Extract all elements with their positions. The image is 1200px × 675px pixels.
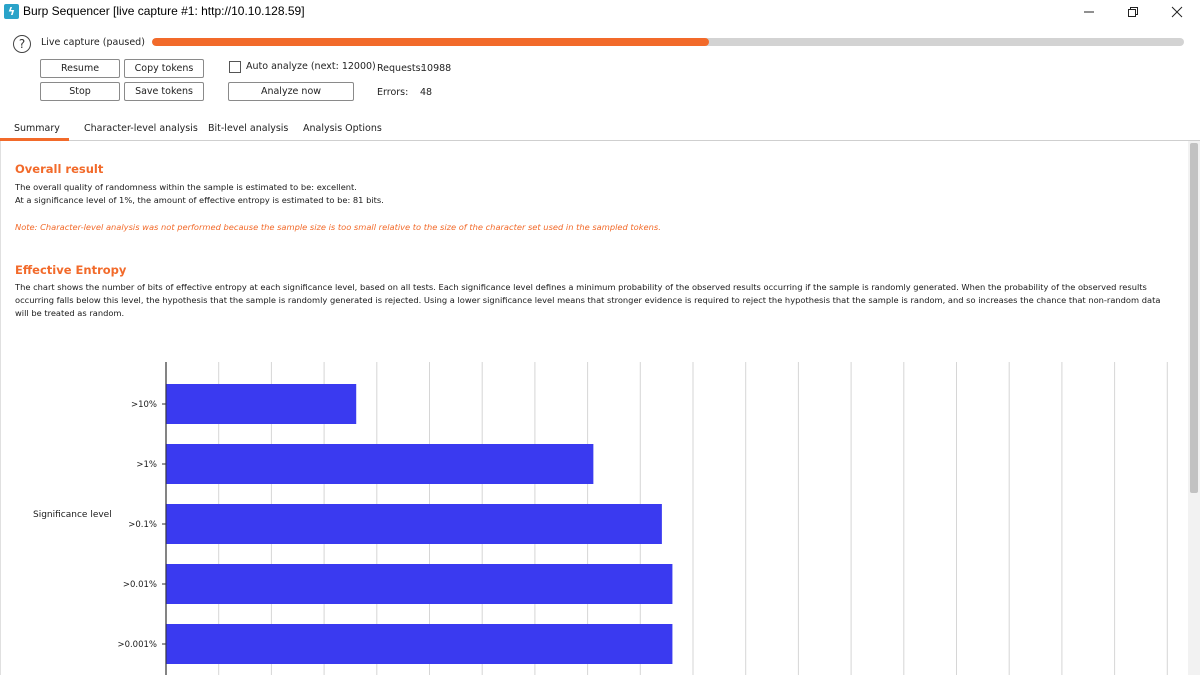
tab-summary[interactable]: Summary	[14, 123, 60, 134]
chart-bar	[166, 624, 673, 664]
title-bar: ϟ Burp Sequencer [live capture #1: http:…	[0, 0, 1200, 24]
tab-analysis-options[interactable]: Analysis Options	[303, 123, 382, 134]
stop-button[interactable]: Stop	[40, 82, 120, 101]
chart-category-label: >0.001%	[117, 640, 157, 650]
burp-app-icon: ϟ	[4, 4, 19, 19]
analysis-tabs: Summary Character-level analysis Bit-lev…	[0, 119, 1200, 141]
auto-analyze-checkbox[interactable]	[229, 61, 241, 73]
help-icon[interactable]: ?	[13, 35, 31, 53]
analyze-now-button[interactable]: Analyze now	[228, 82, 354, 101]
chart-category-label: >1%	[136, 460, 157, 470]
chart-category-label: >0.01%	[123, 580, 157, 590]
scrollbar-thumb[interactable]	[1190, 143, 1198, 493]
resume-button[interactable]: Resume	[40, 59, 120, 78]
capture-progress-fill	[152, 38, 710, 46]
requests-value: 10988	[421, 63, 452, 74]
requests-label: Requests:	[377, 63, 424, 74]
effective-entropy-description: The chart shows the number of bits of ef…	[15, 282, 1161, 318]
effective-entropy-heading: Effective Entropy	[15, 263, 127, 277]
copy-tokens-button[interactable]: Copy tokens	[124, 59, 204, 78]
capture-status: Live capture (paused)	[41, 37, 145, 48]
overall-result-heading: Overall result	[15, 162, 104, 176]
chart-bar	[166, 444, 594, 484]
restore-icon	[1128, 7, 1138, 17]
restore-button[interactable]	[1110, 0, 1156, 24]
auto-analyze-label: Auto analyze (next: 12000)	[246, 61, 376, 72]
chart-bar	[166, 564, 673, 604]
effective-entropy-chart: >10% >1% >0.1% >0.01% >0.001%	[117, 362, 1168, 675]
overall-quality-text: The overall quality of randomness within…	[15, 182, 357, 192]
chart-bar	[166, 504, 662, 544]
minimize-button[interactable]	[1066, 0, 1112, 24]
entropy-estimate-text: At a significance level of 1%, the amoun…	[15, 195, 384, 205]
chart-category-label: >10%	[131, 400, 157, 410]
window-title: Burp Sequencer [live capture #1: http://…	[23, 4, 305, 18]
tab-character-level-analysis[interactable]: Character-level analysis	[84, 123, 198, 134]
close-button[interactable]	[1154, 0, 1200, 24]
capture-progress-bar	[152, 38, 1184, 46]
close-icon	[1171, 6, 1183, 18]
errors-label: Errors:	[377, 87, 409, 98]
minimize-icon	[1084, 11, 1094, 13]
chart-bar	[166, 384, 357, 424]
chart-category-label: >0.1%	[128, 520, 157, 530]
errors-value: 48	[420, 87, 433, 98]
character-analysis-note: Note: Character-level analysis was not p…	[15, 222, 661, 232]
tab-bit-level-analysis[interactable]: Bit-level analysis	[208, 123, 288, 134]
save-tokens-button[interactable]: Save tokens	[124, 82, 204, 101]
